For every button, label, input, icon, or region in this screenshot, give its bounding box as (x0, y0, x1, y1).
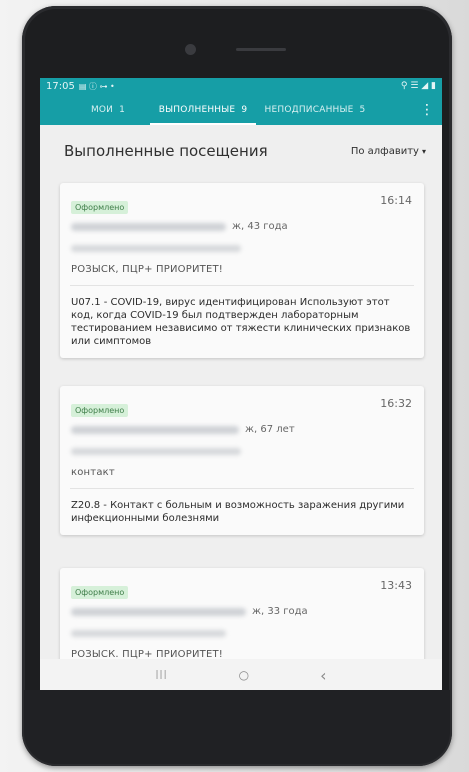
patient-info: ж, 67 лет (245, 424, 295, 435)
system-nav-bar: ||| ○ ‹ (40, 659, 442, 691)
card-header: Оформлено 16:32 ж, 67 лет контакт (60, 386, 424, 488)
speaker-grille (236, 48, 286, 51)
visit-time: 16:32 (380, 397, 412, 410)
tab-label: ВЫПОЛНЕННЫЕ (158, 104, 236, 115)
card-header: Оформлено 13:43 ж, 33 года РОЗЫСК. ПЦР+ … (60, 568, 424, 670)
diagnosis-text: U07.1 - COVID-19, вирус идентифицирован … (71, 297, 411, 347)
tab-my[interactable]: МОИ 1 (40, 94, 150, 125)
visit-reason: РОЗЫСК, ПЦР+ ПРИОРИТЕТ! (71, 264, 224, 275)
camera-icon (185, 44, 196, 55)
patient-info: ж, 33 года (252, 606, 308, 617)
redacted-patient-name (71, 425, 239, 434)
tab-completed[interactable]: ВЫПОЛНЕННЫЕ 9 (150, 94, 256, 125)
back-icon[interactable]: ‹ (320, 666, 326, 685)
visit-reason: контакт (71, 467, 115, 478)
address-row (71, 628, 414, 638)
status-badge: Оформлено (71, 201, 129, 214)
status-time: 17:05 (46, 80, 75, 92)
status-system-icons: ⚲ ☰ ◢ ▮ (400, 81, 436, 91)
card-header: Оформлено 16:14 ж, 43 года РОЗЫСК, ПЦР+ … (60, 183, 424, 285)
visit-card[interactable]: Оформлено 16:14 ж, 43 года РОЗЫСК, ПЦР+ … (60, 183, 424, 358)
sort-label: По алфавиту (350, 145, 419, 157)
patient-info: ж, 43 года (232, 221, 288, 232)
status-bar: 17:05 ▤ ⓘ ⊶ • ⚲ ☰ ◢ ▮ (40, 78, 442, 94)
tab-unsigned[interactable]: НЕПОДПИСАННЫЕ 5 (256, 94, 374, 125)
caret-down-icon: ▾ (421, 146, 426, 156)
heading-row: Выполненные посещения По алфавиту ▾ (40, 125, 442, 177)
visit-card[interactable]: Оформлено 16:32 ж, 67 лет контакт Z20.8 … (60, 386, 424, 535)
home-icon[interactable]: ○ (239, 668, 249, 682)
redacted-address (71, 447, 241, 455)
redacted-address (71, 629, 226, 637)
redacted-patient-name (71, 222, 226, 231)
tab-count: 5 (359, 104, 366, 115)
tab-bar: МОИ 1 ВЫПОЛНЕННЫЕ 9 НЕПОДПИСАННЫЕ 5 ⋮ (40, 94, 442, 125)
tab-count: 1 (119, 104, 126, 115)
page-title: Выполненные посещения (64, 142, 268, 160)
visit-time: 16:14 (380, 194, 412, 207)
status-badge: Оформлено (71, 586, 129, 599)
tablet-bottom-bezel (24, 690, 450, 764)
overflow-menu-icon[interactable]: ⋮ (412, 102, 442, 118)
status-badge: Оформлено (71, 404, 129, 417)
patient-row: ж, 43 года (71, 221, 414, 232)
status-notification-icons: ▤ ⓘ ⊶ • (78, 81, 115, 91)
address-row (71, 243, 414, 253)
patient-row: ж, 67 лет (71, 424, 414, 435)
recents-icon[interactable]: ||| (156, 670, 168, 680)
patient-row: ж, 33 года (71, 606, 414, 617)
tab-count: 9 (241, 104, 248, 115)
tab-label: МОИ (90, 104, 114, 115)
app-screen: 17:05 ▤ ⓘ ⊶ • ⚲ ☰ ◢ ▮ МОИ 1 ВЫПОЛНЕННЫЕ … (40, 78, 442, 691)
redacted-patient-name (71, 607, 246, 616)
diagnosis-text: Z20.8 - Контакт с больным и возможность … (71, 500, 405, 524)
redacted-address (71, 244, 241, 252)
address-row (71, 446, 414, 456)
tab-label: НЕПОДПИСАННЫЕ (264, 104, 354, 115)
visit-time: 13:43 (380, 579, 412, 592)
sort-dropdown[interactable]: По алфавиту ▾ (351, 146, 426, 157)
